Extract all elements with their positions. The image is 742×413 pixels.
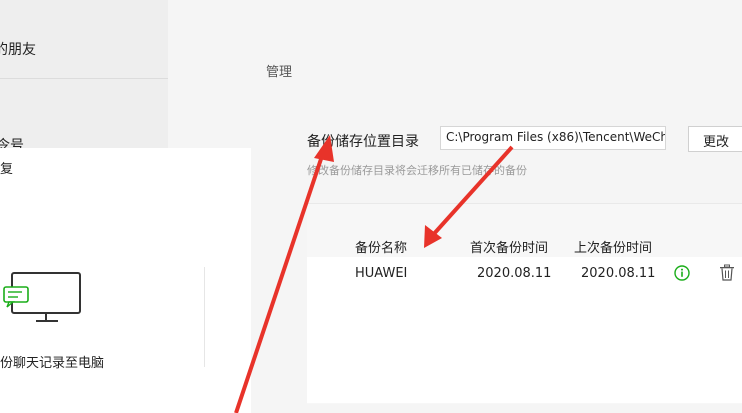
backup-dir-input[interactable]: C:\Program Files (x86)\Tencent\WeCh xyxy=(440,126,666,150)
backup-dir-hint: 修改备份储存目录将会迁移所有已储存的备份 xyxy=(307,164,527,177)
backup-dir-label: 备份储存位置目录 xyxy=(307,134,419,150)
column-backup-name: 备份名称 xyxy=(355,241,408,256)
dialog-title: 复 xyxy=(0,162,14,177)
sidebar-item-friends[interactable]: 的朋友 xyxy=(0,39,36,59)
column-last-backup-time: 上次备份时间 xyxy=(574,241,653,256)
sidebar-divider xyxy=(0,78,168,79)
sidebar: 的朋友 令号 xyxy=(0,0,168,154)
computer-icon[interactable] xyxy=(0,270,84,326)
backup-to-pc-option[interactable]: 份聊天记录至电脑 xyxy=(0,352,104,371)
dialog-divider xyxy=(204,267,205,367)
change-dir-button[interactable]: 更改 xyxy=(688,126,742,152)
info-icon[interactable] xyxy=(674,265,690,281)
column-first-backup-time: 首次备份时间 xyxy=(470,241,549,256)
trash-icon[interactable] xyxy=(719,264,735,281)
last-backup-time-cell: 2020.08.11 xyxy=(581,266,656,281)
backup-name-cell: HUAWEI xyxy=(355,266,408,281)
first-backup-time-cell: 2020.08.11 xyxy=(477,266,552,281)
section-title: 管理 xyxy=(266,65,293,80)
